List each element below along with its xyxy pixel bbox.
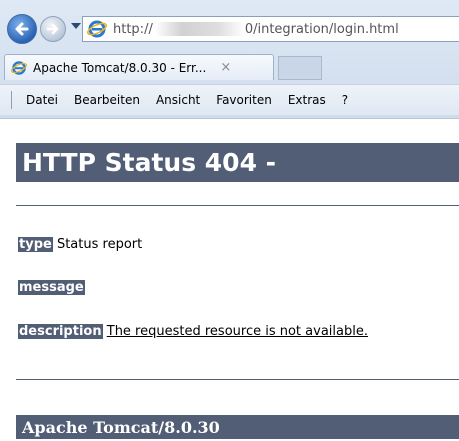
menu-bar: Datei Bearbeiten Ansicht Favoriten Extra… [0, 84, 459, 115]
forward-arrow-icon [46, 23, 59, 35]
internet-explorer-icon [11, 60, 27, 75]
page-title: HTTP Status 404 - [16, 143, 459, 182]
navigation-bar: http://0/integration/login.html [0, 12, 459, 52]
menu-datei[interactable]: Datei [26, 93, 58, 107]
menu-extras[interactable]: Extras [288, 93, 326, 107]
description-value: The requested resource is not available. [106, 324, 368, 339]
browser-chrome: http://0/integration/login.html Apache T… [0, 0, 459, 118]
tab-active[interactable]: Apache Tomcat/8.0.30 - Err... × [4, 54, 274, 80]
close-tab-icon[interactable]: × [220, 60, 231, 75]
redacted-host [154, 22, 245, 36]
page-content: HTTP Status 404 - type Status report mes… [0, 118, 459, 439]
address-bar[interactable]: http://0/integration/login.html [82, 16, 459, 42]
url-text[interactable]: http://0/integration/login.html [113, 22, 399, 37]
description-row: description The requested resource is no… [18, 324, 368, 339]
type-row: type Status report [18, 237, 142, 252]
menu-bearbeiten[interactable]: Bearbeiten [74, 93, 140, 107]
message-label: message [18, 280, 85, 295]
description-label: description [18, 324, 103, 339]
message-row: message [18, 280, 85, 295]
server-footer: Apache Tomcat/8.0.30 [16, 415, 459, 439]
divider [16, 379, 459, 380]
new-tab-button[interactable] [278, 56, 322, 80]
tab-bar: Apache Tomcat/8.0.30 - Err... × [0, 52, 459, 80]
type-value: Status report [56, 237, 143, 252]
back-button[interactable] [7, 14, 37, 44]
back-arrow-icon [15, 22, 29, 36]
internet-explorer-icon [87, 20, 107, 38]
divider [16, 205, 459, 206]
history-dropdown-icon[interactable] [71, 23, 81, 29]
menu-grip [11, 91, 12, 109]
forward-button[interactable] [40, 16, 66, 42]
menu-help[interactable]: ? [342, 93, 348, 107]
tab-title: Apache Tomcat/8.0.30 - Err... [33, 60, 207, 75]
type-label: type [18, 237, 53, 252]
menu-favoriten[interactable]: Favoriten [216, 93, 272, 107]
menu-ansicht[interactable]: Ansicht [156, 93, 200, 107]
